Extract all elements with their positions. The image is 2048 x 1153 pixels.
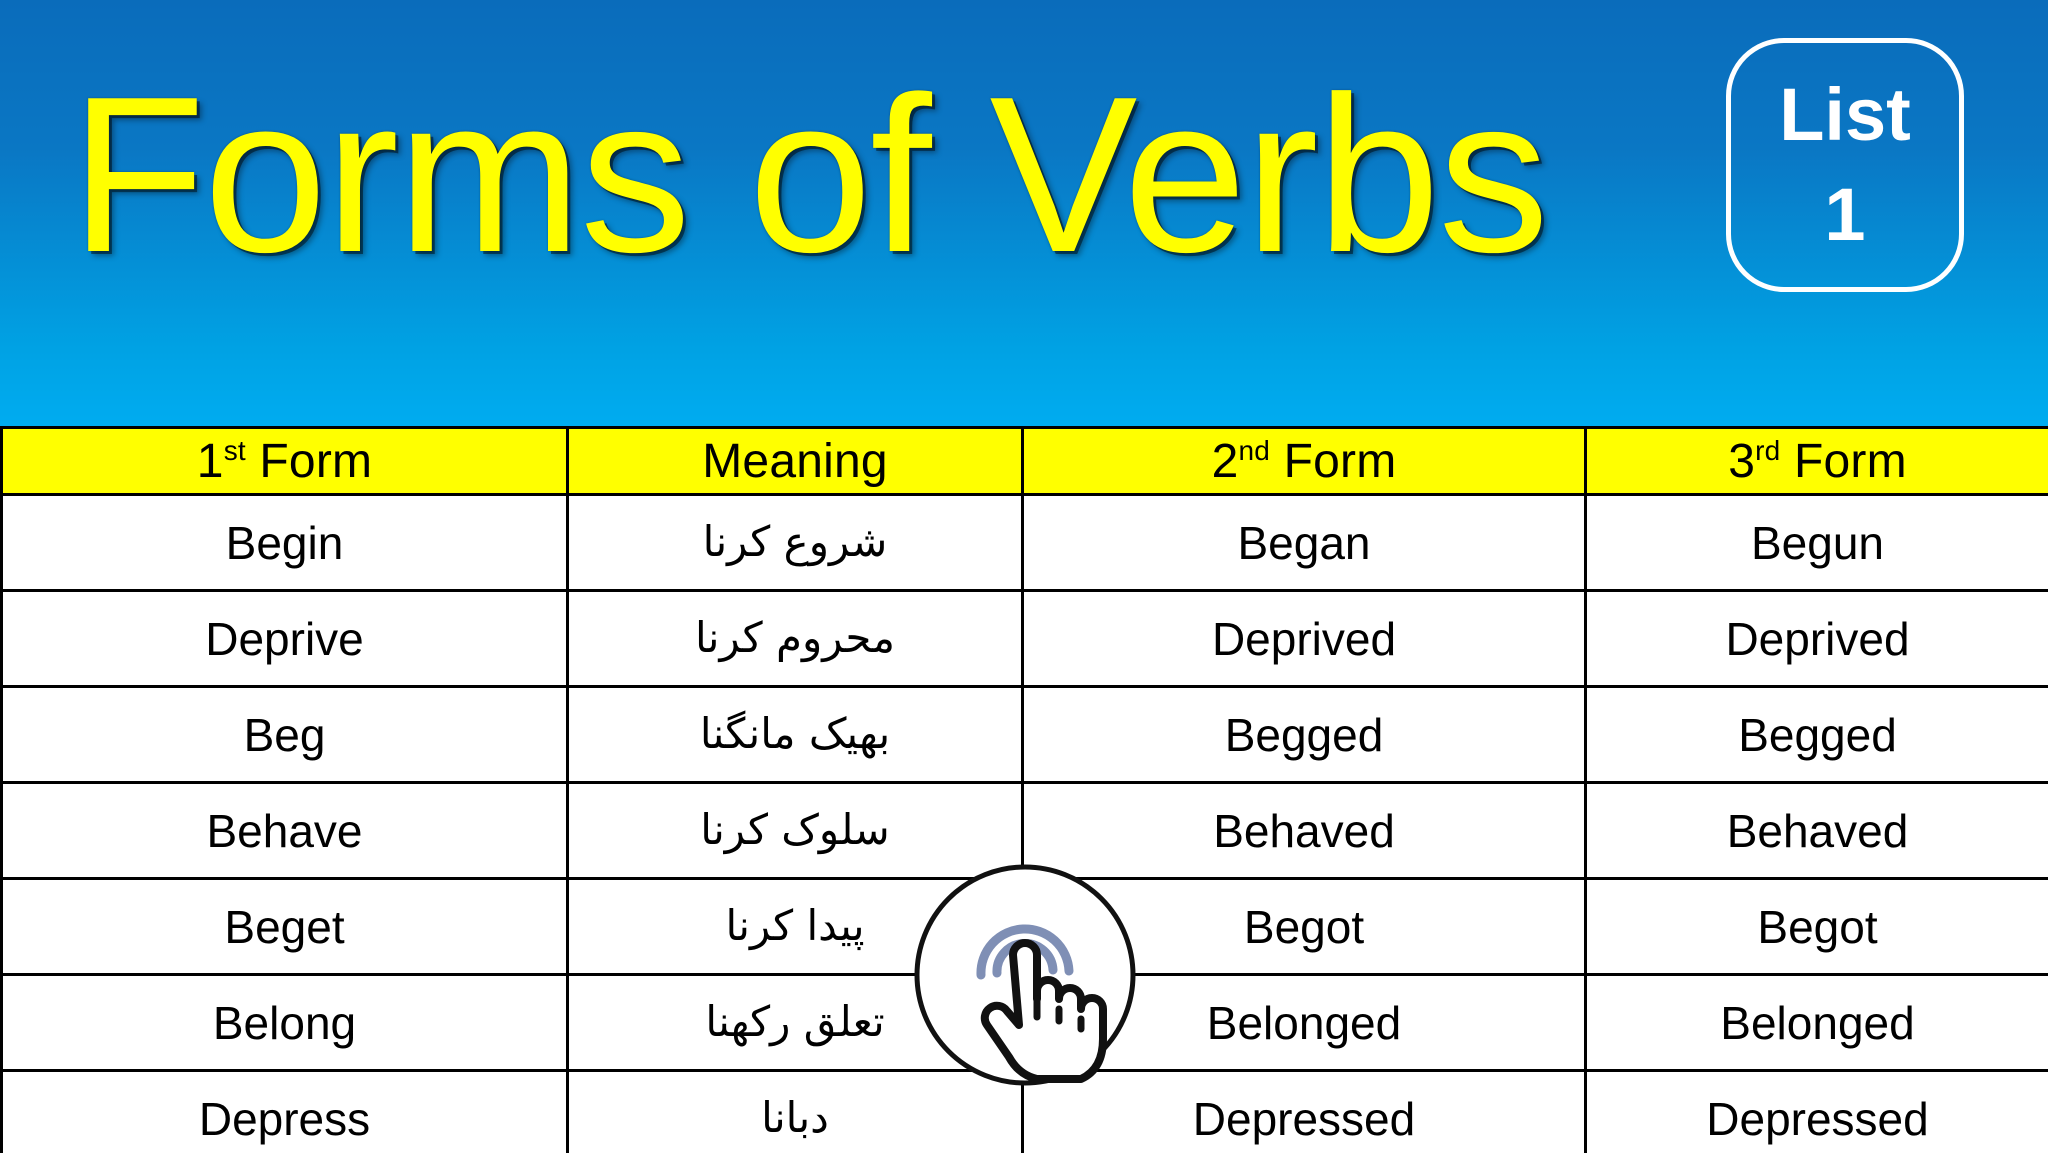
page-title: Forms of Verbs [70,51,1549,299]
table-row: Belong تعلق رکھنا Belonged Belonged [0,973,2048,1072]
table-row: Begin شروع کرنا Began Begun [0,493,2048,592]
cell-second-form: Deprived [1021,589,1587,688]
column-header-third-form-prefix: 3 [1728,434,1756,488]
table-header-row: 1st Form Meaning 2nd Form 3rd Form [0,426,2048,496]
table-row: Depress دبانا Depressed Depressed [0,1069,2048,1153]
cell-meaning: تعلق رکھنا [566,973,1024,1072]
column-header-first-form-suffix: Form [245,434,373,488]
list-badge: List 1 [1726,38,1964,292]
cell-third-form: Belonged [1584,973,2048,1072]
cell-second-form: Depressed [1021,1069,1587,1153]
cell-second-form: Belonged [1021,973,1587,1072]
column-header-first-form-ordinal: st [223,434,246,466]
forms-of-verbs-table: 1st Form Meaning 2nd Form 3rd Form Begin… [0,426,2048,1153]
cell-first-form: Deprive [0,589,569,688]
cell-second-form: Began [1021,493,1587,592]
cell-first-form: Begin [0,493,569,592]
cell-second-form: Behaved [1021,781,1587,880]
column-header-third-form-ordinal: rd [1755,434,1781,466]
cell-third-form: Deprived [1584,589,2048,688]
table-row: Beg بھیک مانگنا Begged Begged [0,685,2048,784]
cell-meaning: محروم کرنا [566,589,1024,688]
cell-third-form: Begged [1584,685,2048,784]
cell-meaning: بھیک مانگنا [566,685,1024,784]
cell-third-form: Depressed [1584,1069,2048,1153]
list-badge-label: List [1779,73,1911,156]
column-header-meaning-label: Meaning [702,434,888,488]
column-header-meaning: Meaning [566,426,1024,496]
column-header-third-form-suffix: Form [1780,434,1907,488]
cell-meaning: دبانا [566,1069,1024,1153]
cell-second-form: Begged [1021,685,1587,784]
cell-meaning: سلوک کرنا [566,781,1024,880]
cell-third-form: Begot [1584,877,2048,976]
table-body: Begin شروع کرنا Began Begun Deprive محرو… [0,493,2048,1153]
table-row: Behave سلوک کرنا Behaved Behaved [0,781,2048,880]
title-banner: Forms of Verbs List 1 [0,0,2048,426]
cell-first-form: Behave [0,781,569,880]
cell-meaning: شروع کرنا [566,493,1024,592]
cell-meaning: پیدا کرنا [566,877,1024,976]
table-row: Deprive محروم کرنا Deprived Deprived [0,589,2048,688]
column-header-third-form: 3rd Form [1584,426,2048,496]
cell-third-form: Behaved [1584,781,2048,880]
table-row: Beget پیدا کرنا Begot Begot [0,877,2048,976]
slide-root: Forms of Verbs List 1 1st Form Meaning 2… [0,0,2048,1153]
column-header-second-form-ordinal: nd [1238,434,1271,466]
cell-first-form: Beg [0,685,569,784]
column-header-second-form-suffix: Form [1270,434,1397,488]
cell-third-form: Begun [1584,493,2048,592]
column-header-second-form: 2nd Form [1021,426,1587,496]
column-header-first-form: 1st Form [0,426,569,496]
list-badge-number: 1 [1824,173,1866,256]
cell-first-form: Beget [0,877,569,976]
cell-second-form: Begot [1021,877,1587,976]
column-header-second-form-prefix: 2 [1211,434,1239,488]
cell-first-form: Depress [0,1069,569,1153]
column-header-first-form-prefix: 1 [196,434,224,488]
cell-first-form: Belong [0,973,569,1072]
